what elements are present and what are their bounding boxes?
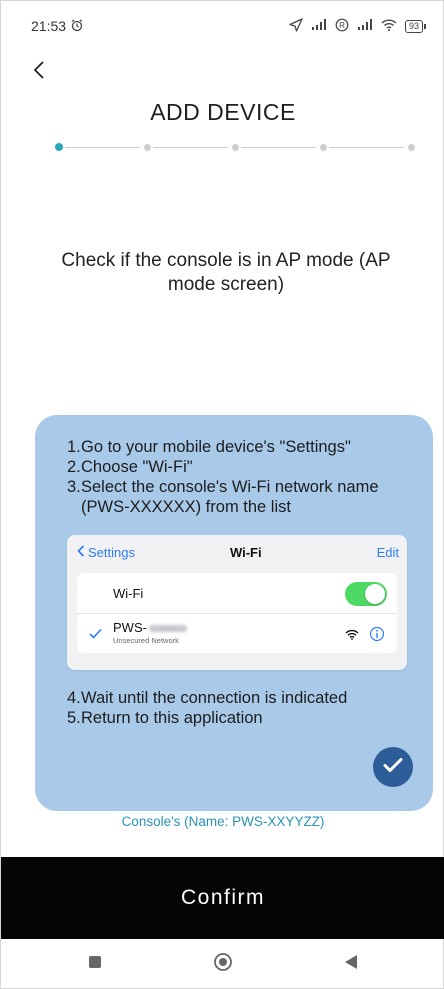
check-icon (383, 757, 403, 778)
list-item: 5. Return to this application (67, 708, 433, 728)
step-dot-5 (408, 144, 415, 151)
wifi-settings-illustration: Settings Wi-Fi Edit Wi-Fi PWS- Unsecured… (67, 535, 407, 670)
wifi-nav-title: Wi-Fi (229, 544, 262, 560)
signal-icon (311, 18, 327, 34)
wifi-nav-bar: Settings Wi-Fi Edit (67, 535, 407, 569)
stepper-line (153, 147, 229, 148)
recent-apps-button[interactable] (85, 955, 105, 975)
instruction-text: Check if the console is in AP mode (AP m… (61, 250, 391, 295)
triangle-left-icon (344, 954, 358, 975)
step-text: Wait until the connection is indicated (81, 689, 348, 707)
wifi-icon (345, 628, 359, 643)
step-dot-2 (144, 144, 151, 151)
status-right: R 93 (289, 17, 427, 35)
network-subtitle: Unsecured Network (113, 635, 179, 645)
check-icon (89, 626, 102, 642)
list-item: 1. Go to your mobile device's "Settings" (67, 437, 433, 457)
step-dot-3 (232, 144, 239, 151)
page-title: ADD DEVICE (150, 99, 296, 125)
console-name-label: Console's (Name: PWS-XXYYZZ) (121, 814, 325, 829)
step-text: Choose "Wi-Fi" (81, 458, 193, 476)
step-number: 2. (67, 458, 81, 476)
status-bar: 21:53 R 93 (1, 1, 444, 51)
signal-icon (357, 18, 373, 34)
step-text: Return to this application (81, 709, 263, 727)
step-number: 4. (67, 689, 81, 707)
stepper-line (329, 147, 405, 148)
info-card: 1. Go to your mobile device's "Settings"… (35, 415, 433, 811)
settings-label: Settings (88, 544, 135, 560)
wifi-list: Wi-Fi PWS- Unsecured Network (77, 573, 397, 653)
step-number: 3. (67, 478, 81, 496)
settings-back-link: Settings (77, 545, 135, 560)
steps-list-top: 1. Go to your mobile device's "Settings"… (67, 437, 433, 517)
list-item: 4. Wait until the connection is indicate… (67, 688, 433, 708)
wifi-icon (381, 18, 397, 34)
step-dot-1 (55, 143, 63, 151)
list-item: 2. Choose "Wi-Fi" (67, 457, 433, 477)
stepper-line (65, 147, 141, 148)
stepper-line (241, 147, 317, 148)
square-icon (88, 955, 102, 974)
info-icon (369, 626, 385, 645)
wifi-row-label: Wi-Fi (113, 585, 144, 601)
back-button[interactable] (27, 57, 51, 87)
home-button[interactable] (213, 952, 233, 977)
system-nav-bar (1, 939, 444, 989)
chevron-left-icon (77, 544, 85, 560)
list-item: 3. Select the console's Wi-Fi network na… (67, 477, 433, 517)
wifi-toggle (345, 582, 387, 606)
steps-list-bottom: 4. Wait until the connection is indicate… (67, 688, 433, 728)
registered-icon: R (335, 18, 349, 35)
step-number: 5. (67, 709, 81, 727)
svg-text:R: R (339, 21, 345, 30)
chevron-left-icon (33, 60, 45, 85)
wifi-toggle-row: Wi-Fi (77, 573, 397, 613)
location-arrow-icon (289, 17, 303, 35)
alarm-clock-icon (70, 18, 84, 35)
step-text: Select the console's Wi-Fi network name … (81, 478, 379, 516)
progress-stepper (55, 141, 415, 155)
check-badge (373, 747, 413, 787)
step-dot-4 (320, 144, 327, 151)
blurred-network-suffix (148, 624, 187, 632)
status-time: 21:53 (31, 18, 67, 34)
nav-back-button[interactable] (341, 955, 361, 975)
status-left: 21:53 (31, 18, 84, 35)
network-prefix: PWS- (113, 619, 147, 635)
network-name: PWS- Unsecured Network (113, 621, 187, 647)
network-icons (345, 626, 385, 645)
step-text: Go to your mobile device's "Settings" (81, 438, 351, 456)
network-row: PWS- Unsecured Network (77, 613, 397, 653)
confirm-button[interactable]: Confirm (1, 857, 444, 939)
battery-icon: 93 (404, 19, 427, 33)
step-number: 1. (67, 438, 81, 456)
edit-label: Edit (376, 544, 399, 560)
circle-icon (213, 952, 233, 977)
